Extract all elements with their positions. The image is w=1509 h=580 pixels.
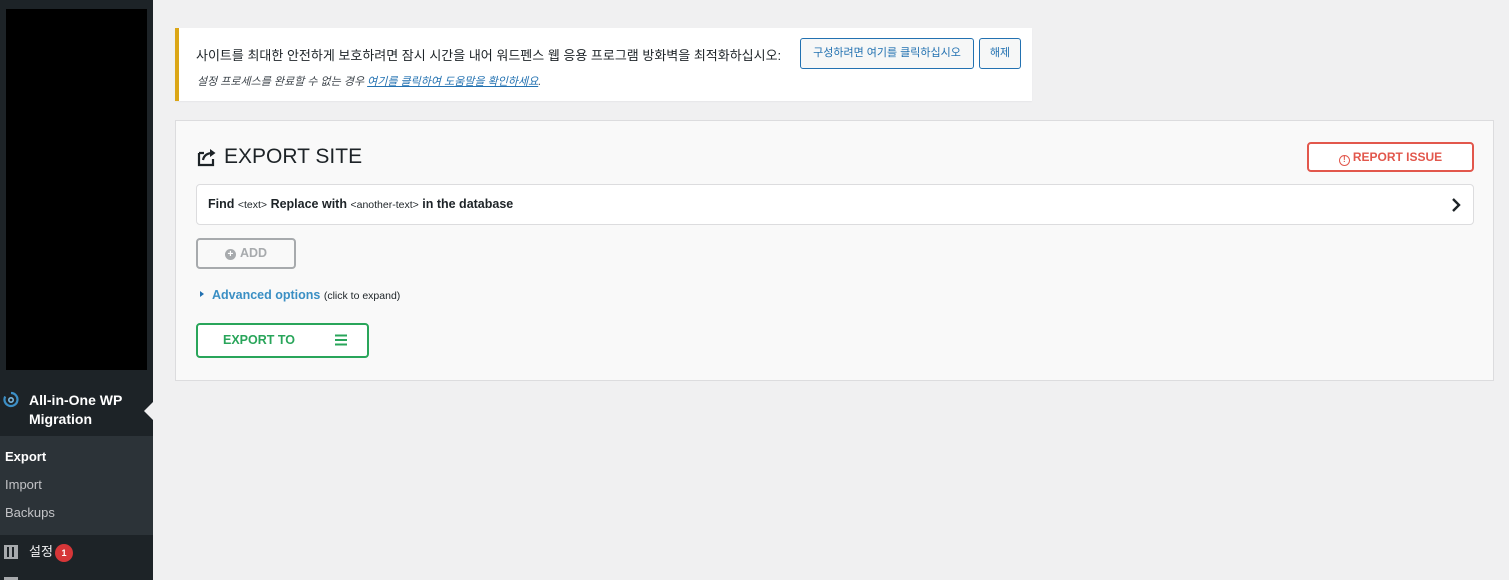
help-prefix: 설정 프로세스를 완료할 수 없는 경우 [197,76,368,88]
advanced-options-link[interactable]: Advanced options [212,288,320,302]
add-label: ADD [239,246,268,260]
current-menu-arrow [144,402,153,420]
page-title: EXPORT SITE [196,145,362,169]
settings-update-badge: 1 [55,544,73,562]
report-issue-button[interactable]: ! REPORT ISSUE [1307,142,1474,172]
hamburger-menu-icon [335,334,347,346]
advanced-options-hint: (click to expand) [323,290,401,302]
warning-circle-icon: ! [1338,155,1350,166]
plus-circle-icon: + [224,249,236,260]
notice-help-text: 설정 프로세스를 완료할 수 없는 경우 여기를 클릭하여 도움말을 확인하세요… [197,73,541,89]
configure-firewall-button[interactable]: 구성하려면 여기를 클릭하십시오 [800,38,974,69]
page-title-text: EXPORT SITE [224,145,363,168]
dismiss-notice-button[interactable]: 해제 [979,38,1021,69]
find-replace-text: Find <text> Replace with <another-text> … [208,197,513,211]
chevron-right-icon [1452,198,1461,212]
export-share-icon [197,149,216,167]
wordfence-notice: 사이트를 최대한 안전하게 보호하려면 잠시 시간을 내어 워드펜스 웹 응용 … [175,28,1032,101]
another-text-token: <another-text> [350,199,419,211]
export-to-label: EXPORT TO [223,333,296,347]
sidebar-redacted-area [6,9,147,370]
find-replace-bar[interactable]: Find <text> Replace with <another-text> … [196,184,1474,225]
settings-sliders-icon [4,545,18,559]
ai1wm-logo-icon [3,391,19,408]
in-database-words: in the database [422,197,514,211]
export-to-button[interactable]: EXPORT TO [196,323,369,358]
sidebar-item-all-in-one-wp-migration[interactable]: All-in-One WP Migration [0,383,153,436]
submenu-item-export[interactable]: Export [0,446,153,474]
plugin-submenu: Export Import Backups [0,436,153,535]
replace-with-words: Replace with [270,197,347,211]
export-site-panel: EXPORT SITE ! REPORT ISSUE Find <text> Re… [175,120,1494,381]
notice-message: 사이트를 최대한 안전하게 보호하려면 잠시 시간을 내어 워드펜스 웹 응용 … [196,48,782,63]
sidebar-item-settings[interactable]: 설정 1 [0,535,153,580]
help-suffix: . [538,76,542,88]
text-token: <text> [237,199,268,211]
submenu-item-import[interactable]: Import [0,474,153,502]
advanced-options-toggle[interactable]: Advanced options (click to expand) [200,288,400,302]
report-issue-label: REPORT ISSUE [1352,150,1443,164]
add-find-replace-button[interactable]: + ADD [196,238,296,269]
find-word: Find [208,197,235,211]
triangle-right-icon [200,291,204,297]
submenu-item-backups[interactable]: Backups [0,502,153,530]
admin-sidebar: All-in-One WP Migration Export Import Ba… [0,0,153,580]
help-link[interactable]: 여기를 클릭하여 도움말을 확인하세요 [367,76,538,88]
sidebar-plugin-title: All-in-One WP Migration [29,392,123,427]
settings-label: 설정 [29,544,53,559]
